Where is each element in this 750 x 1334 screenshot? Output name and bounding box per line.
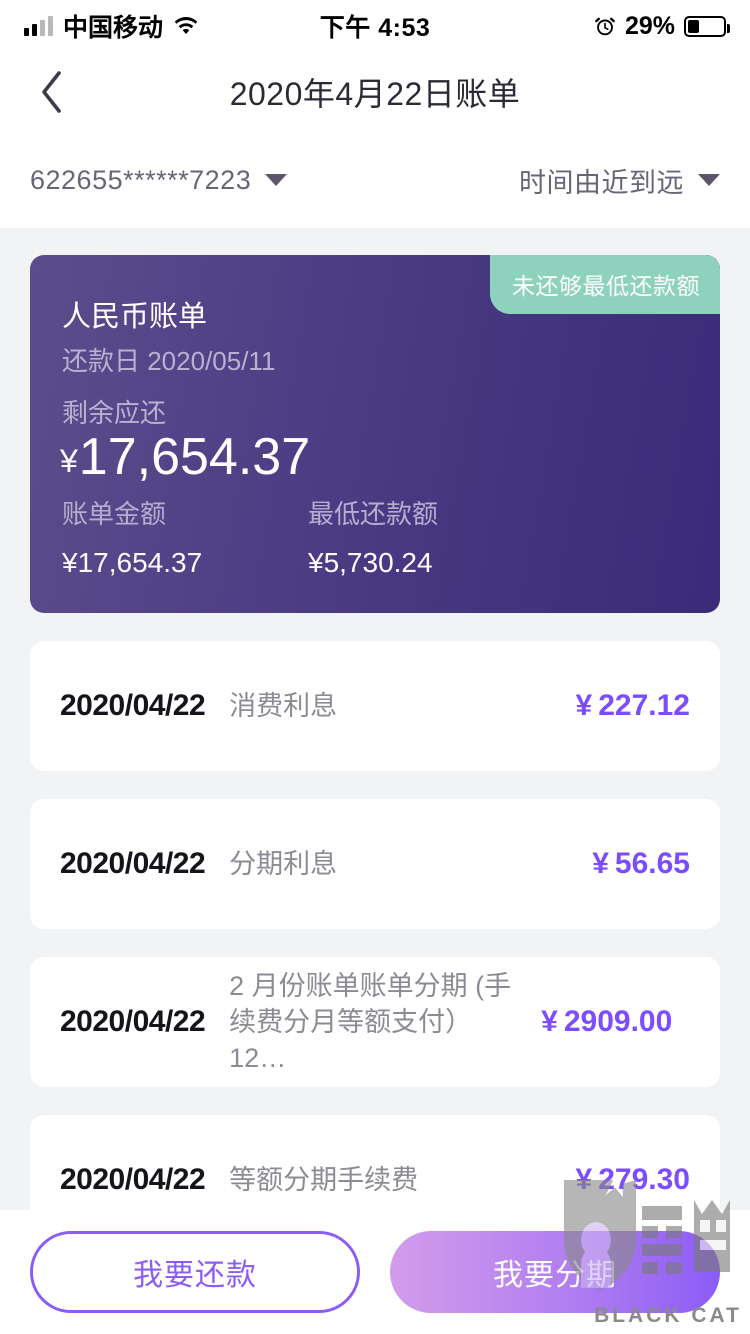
sort-label: 时间由近到远 [519, 167, 684, 198]
chevron-left-icon [42, 71, 61, 113]
repay-button[interactable]: 我要还款 [30, 1231, 360, 1313]
card-number-label: 622655******7223 [30, 164, 252, 195]
chevron-down-icon [265, 174, 288, 186]
table-row[interactable]: 2020/04/22 消费利息 ¥227.12 [30, 641, 720, 771]
watermark-label: BLACK CAT [594, 1304, 742, 1327]
transaction-date: 2020/04/22 [60, 1005, 206, 1038]
currency-symbol: ¥ [541, 1005, 558, 1038]
currency-symbol: ¥ [60, 443, 78, 479]
scroll-content[interactable]: 未还够最低还款额 人民币账单 还款日 2020/05/11 剩余应还 ¥17,6… [0, 228, 750, 1334]
table-row[interactable]: 2020/04/22 分期利息 ¥56.65 [30, 799, 720, 929]
transaction-amount-value: 227.12 [598, 689, 690, 722]
remaining-amount: ¥17,654.37 [60, 427, 310, 487]
table-row[interactable]: 2020/04/22 2 月份账单账单分期 (手续费分月等额支付） 12… ¥2… [30, 957, 720, 1087]
transaction-amount: ¥2909.00 [541, 1005, 672, 1039]
transaction-amount: ¥56.65 [592, 847, 690, 881]
signal-icon [24, 16, 53, 36]
bill-card-title: 人民币账单 [62, 301, 208, 333]
bill-card-footer: 账单金额 ¥17,654.37 最低还款额 ¥5,730.24 [62, 494, 688, 579]
bill-amount-value: ¥17,654.37 [62, 547, 203, 578]
min-payment-value: ¥5,730.24 [308, 547, 433, 578]
transaction-amount-value: 56.65 [614, 847, 690, 880]
currency-symbol: ¥ [575, 1163, 593, 1196]
installment-button[interactable]: 我要分期 [390, 1231, 720, 1313]
transaction-description: 等额分期手续费 [229, 1164, 419, 1195]
alarm-icon [595, 17, 615, 36]
transaction-date: 2020/04/22 [60, 1163, 206, 1196]
bill-amount-block: 账单金额 ¥17,654.37 [62, 494, 308, 579]
bill-detail-screen: 中国移动 下午 4:53 29% 2020年4月22日账单 622655****… [0, 0, 750, 1334]
card-selector[interactable]: 622655******7223 [30, 164, 288, 196]
status-bar-left: 中国移动 [24, 8, 320, 44]
transaction-amount-value: 279.30 [598, 1163, 690, 1196]
battery-percent-label: 29% [624, 11, 676, 40]
transaction-amount: ¥279.30 [576, 1163, 690, 1197]
transaction-description: 2 月份账单账单分期 (手续费分月等额支付） 12… [229, 970, 512, 1074]
sort-selector[interactable]: 时间由近到远 [519, 161, 720, 200]
back-button[interactable] [22, 52, 82, 132]
min-payment-label: 最低还款额 [308, 499, 439, 529]
bill-summary-card[interactable]: 未还够最低还款额 人民币账单 还款日 2020/05/11 剩余应还 ¥17,6… [30, 255, 720, 613]
transaction-date: 2020/04/22 [60, 689, 206, 722]
transaction-amount-value: 2909.00 [563, 1005, 673, 1038]
battery-icon [684, 15, 731, 37]
transaction-description: 消费利息 [229, 690, 338, 721]
page-title: 2020年4月22日账单 [229, 76, 521, 112]
due-date-label: 还款日 2020/05/11 [62, 346, 276, 376]
carrier-label: 中国移动 [63, 14, 164, 42]
transaction-description: 分期利息 [229, 848, 338, 879]
transaction-amount: ¥227.12 [576, 689, 690, 723]
min-payment-block: 最低还款额 ¥5,730.24 [308, 494, 554, 579]
status-badge: 未还够最低还款额 [490, 255, 720, 314]
filter-bar: 622655******7223 时间由近到远 [0, 132, 750, 228]
remaining-label: 剩余应还 [62, 398, 167, 428]
transaction-date: 2020/04/22 [60, 847, 206, 880]
status-bar-right: 29% [430, 11, 731, 41]
bill-amount-label: 账单金额 [62, 499, 167, 529]
wifi-icon [174, 17, 198, 35]
currency-symbol: ¥ [575, 689, 593, 722]
remaining-amount-value: 17,654.37 [78, 428, 311, 486]
currency-symbol: ¥ [592, 847, 609, 880]
navigation-bar: 2020年4月22日账单 [0, 52, 750, 132]
status-bar-clock: 下午 4:53 [319, 14, 431, 42]
chevron-down-icon [698, 174, 720, 186]
status-bar: 中国移动 下午 4:53 29% [0, 0, 750, 52]
